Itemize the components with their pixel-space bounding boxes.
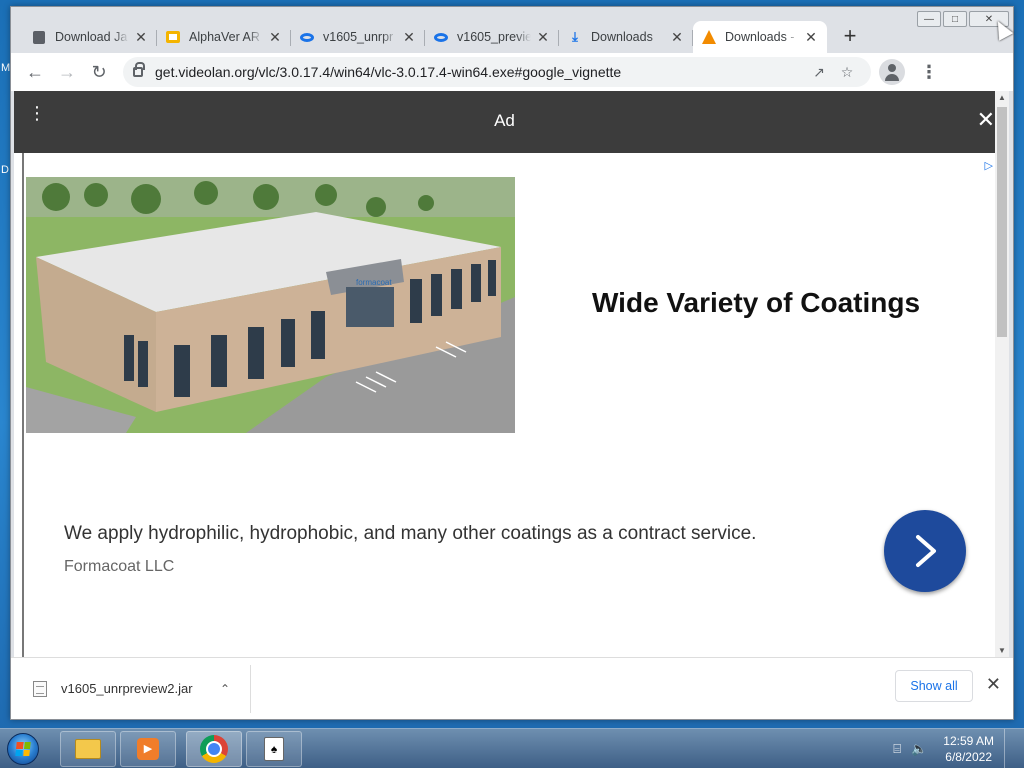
reload-button[interactable]: ↻	[83, 56, 115, 88]
vlc-cone-icon	[701, 29, 717, 45]
building-image[interactable]: formacoat	[26, 177, 515, 433]
ad-label: Ad	[494, 111, 515, 130]
new-tab-button[interactable]: +	[835, 21, 865, 51]
media-player-icon: ▶	[137, 737, 159, 760]
network-icon[interactable]: ⌸	[893, 741, 901, 757]
tab-close-icon[interactable]: ✕	[535, 29, 551, 46]
url-text[interactable]: get.videolan.org/vlc/3.0.17.4/win64/vlc-…	[155, 64, 805, 80]
playing-cards-icon: ♠	[264, 736, 284, 761]
tab-downloads-vlc[interactable]: Downloads - ✕	[693, 21, 827, 53]
tab-label: v1605_unrpr	[323, 30, 394, 44]
tab-strip: Download Ja ✕ AlphaVer AR ✕ v1605_unrpr …	[23, 19, 865, 53]
download-icon: ⤓	[572, 29, 578, 44]
browser-toolbar: ← → ↻ get.videolan.org/vlc/3.0.17.4/win6…	[11, 53, 1013, 91]
download-item[interactable]: v1605_unrpreview2.jar ⌃	[11, 664, 251, 713]
scroll-up-arrow-icon[interactable]: ▲	[995, 93, 1009, 102]
tab-alphaver[interactable]: AlphaVer AR ✕	[157, 21, 291, 53]
folder-icon	[75, 738, 101, 759]
tab-v1605-unrpreview[interactable]: v1605_unrpr ✕	[291, 21, 425, 53]
ad-headline[interactable]: Wide Variety of Coatings	[592, 287, 920, 319]
bookmark-star-icon[interactable]: ☆	[833, 64, 861, 81]
slides-icon	[165, 29, 181, 45]
tab-label: Downloads -	[725, 30, 795, 44]
tab-close-icon[interactable]: ✕	[669, 29, 685, 46]
desktop-icon-label-fragment: M	[1, 62, 11, 74]
taskbar-explorer[interactable]	[60, 730, 116, 767]
minimize-button[interactable]: —	[917, 11, 941, 27]
ad-advertiser[interactable]: Formacoat LLC	[64, 558, 174, 576]
vertical-scrollbar[interactable]: ▲ ▼	[995, 91, 1009, 657]
page-viewport: ⋮ Ad ✕ ▷ formacoat Wide Variety of Coati…	[14, 91, 995, 657]
building-sign: formacoat	[356, 278, 392, 287]
tab-close-icon[interactable]: ✕	[401, 29, 417, 46]
blue-ring-icon	[299, 29, 315, 45]
file-icon	[33, 680, 47, 697]
tab-close-icon[interactable]: ✕	[133, 29, 149, 46]
download-file-name[interactable]: v1605_unrpreview2.jar	[61, 681, 220, 696]
taskbar-media-player[interactable]: ▶	[120, 730, 176, 767]
tab-label: v1605_previe	[457, 30, 531, 44]
chevron-up-icon[interactable]: ⌃	[220, 682, 230, 696]
share-icon[interactable]: ↗	[805, 64, 833, 81]
tab-downloads[interactable]: ⤓ Downloads ✕	[559, 21, 693, 53]
blue-ring-icon	[433, 29, 449, 45]
taskbar-solitaire[interactable]: ♠	[246, 730, 302, 767]
system-tray: ⌸ 🔈 12:59 AM 6/8/2022	[893, 729, 1014, 768]
chevron-right-icon	[916, 535, 936, 567]
clock[interactable]: 12:59 AM 6/8/2022	[943, 733, 994, 765]
windows-logo-icon	[7, 732, 39, 765]
start-button[interactable]	[0, 729, 46, 768]
taskbar: ▶ ♠ ⌸ 🔈 12:59 AM 6/8/2022	[0, 728, 1024, 768]
tab-close-icon[interactable]: ✕	[267, 29, 283, 46]
scroll-down-arrow-icon[interactable]: ▼	[995, 646, 1009, 655]
document-icon	[31, 29, 47, 45]
desktop-icon-label-fragment: D	[1, 164, 9, 176]
maximize-button[interactable]: □	[943, 11, 967, 27]
close-shelf-icon[interactable]: ✕	[986, 674, 1001, 695]
download-shelf: v1605_unrpreview2.jar ⌃ Show all ✕	[11, 657, 1013, 719]
taskbar-chrome[interactable]	[186, 730, 242, 767]
show-desktop-button[interactable]	[1004, 729, 1014, 768]
ad-cta-button[interactable]	[884, 510, 966, 592]
ad-description[interactable]: We apply hydrophilic, hydrophobic, and m…	[64, 523, 756, 545]
ad-content[interactable]: ▷ formacoat Wide Variety of Coatings We …	[22, 153, 995, 657]
show-all-button[interactable]: Show all	[895, 670, 973, 702]
ad-header-bar: ⋮ Ad ✕	[14, 91, 995, 153]
building-illustration: formacoat	[26, 177, 515, 433]
back-button[interactable]: ←	[19, 56, 51, 88]
browser-menu-icon[interactable]: ⋮	[913, 62, 945, 83]
scrollbar-thumb[interactable]	[997, 107, 1007, 337]
forward-button[interactable]: →	[51, 56, 83, 88]
profile-avatar-icon[interactable]	[879, 59, 905, 85]
lock-icon[interactable]	[133, 62, 145, 77]
volume-icon[interactable]: 🔈	[911, 741, 927, 757]
chrome-icon	[200, 734, 228, 763]
adchoices-icon[interactable]: ▷	[985, 159, 993, 172]
close-ad-button[interactable]: ✕	[977, 107, 995, 133]
browser-window: — □ ✕ Download Ja ✕ AlphaVer AR ✕ v1605_…	[10, 6, 1014, 720]
tab-label: Download Ja	[55, 30, 128, 44]
address-bar[interactable]: get.videolan.org/vlc/3.0.17.4/win64/vlc-…	[123, 57, 871, 87]
tab-download-java[interactable]: Download Ja ✕	[23, 21, 157, 53]
clock-time: 12:59 AM	[943, 734, 994, 748]
tab-label: Downloads	[591, 30, 653, 44]
clock-date: 6/8/2022	[945, 750, 992, 764]
tab-close-icon[interactable]: ✕	[803, 29, 819, 46]
tab-label: AlphaVer AR	[189, 30, 260, 44]
tab-v1605-preview[interactable]: v1605_previe ✕	[425, 21, 559, 53]
